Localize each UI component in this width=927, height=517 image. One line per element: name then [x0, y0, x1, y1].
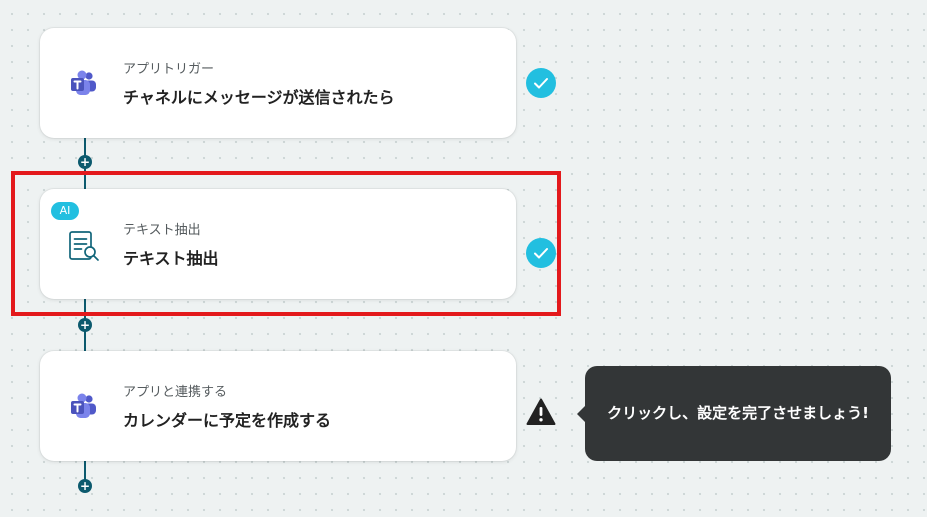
warning-icon — [526, 397, 556, 427]
flow-step-card[interactable]: アプリトリガー チャネルにメッセージが送信されたら — [40, 28, 516, 138]
flow-step-card[interactable]: AI テキスト抽出 テキスト抽出 — [40, 189, 516, 299]
step-kind-label: アプリと連携する — [123, 385, 228, 400]
step-title: テキスト抽出 — [123, 249, 219, 268]
teams-icon — [68, 68, 100, 100]
step-title: チャネルにメッセージが送信されたら — [123, 88, 395, 107]
document-search-icon — [68, 229, 100, 261]
check-icon — [526, 68, 556, 98]
ai-badge: AI — [51, 202, 79, 220]
setup-tooltip: クリックし、設定を完了させましょう! — [577, 366, 891, 461]
step-kind-label: アプリトリガー — [123, 62, 215, 77]
add-step-button[interactable]: + — [78, 479, 92, 493]
add-step-button[interactable]: + — [78, 155, 92, 169]
step-kind-label: テキスト抽出 — [123, 223, 201, 238]
step-title: カレンダーに予定を作成する — [123, 411, 332, 430]
flow-step-card[interactable]: アプリと連携する カレンダーに予定を作成する — [40, 351, 516, 461]
teams-icon — [68, 391, 100, 423]
add-step-button[interactable]: + — [78, 318, 92, 332]
check-icon — [526, 238, 556, 268]
